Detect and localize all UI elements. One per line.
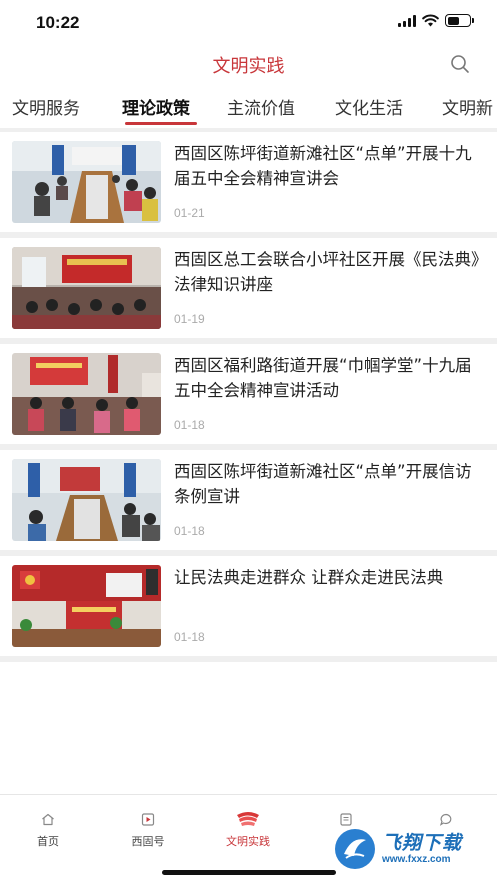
nav-home[interactable]: 首页	[8, 795, 88, 855]
tab-lilun-zhengce[interactable]: 理论政策	[122, 94, 190, 119]
nav-wenming-shijian[interactable]: 文明实践	[208, 795, 288, 855]
news-title: 西固区福利路街道开展“巾帼学堂”十九届五中全会精神宣讲活动	[174, 356, 472, 400]
category-tabs: 文明服务 理论政策 主流价值 文化生活 文明新	[0, 84, 497, 128]
page-title: 文明实践	[212, 56, 285, 77]
news-thumbnail	[12, 247, 161, 329]
list-divider	[0, 656, 497, 662]
watermark-logo: 飞翔下载 www.fxxz.com	[330, 824, 490, 874]
status-bar: 10:22	[0, 0, 497, 46]
news-item[interactable]: 西固区陈坪街道新滩社区“点单”开展十九届五中全会精神宣讲会 01-21	[0, 132, 497, 232]
news-date: 01-18	[174, 630, 205, 644]
news-thumbnail	[12, 141, 161, 223]
news-item[interactable]: 西固区福利路街道开展“巾帼学堂”十九届五中全会精神宣讲活动 01-18	[0, 344, 497, 444]
nav-label: 文明实践	[226, 835, 270, 848]
news-title: 让民法典走进群众 让群众走进民法典	[174, 568, 444, 587]
app-header: 文明实践	[0, 46, 497, 84]
news-item[interactable]: 让民法典走进群众 让群众走进民法典 01-18	[0, 556, 497, 656]
nav-label: 首页	[37, 835, 59, 848]
active-tab-indicator	[125, 122, 197, 125]
news-item[interactable]: 西固区总工会联合小坪社区开展《民法典》法律知识讲座 01-19	[0, 238, 497, 338]
news-date: 01-19	[174, 312, 205, 326]
play-icon	[141, 813, 155, 826]
tab-wenming-xin[interactable]: 文明新	[442, 94, 493, 119]
status-icons	[398, 14, 474, 27]
news-item[interactable]: 西固区陈坪街道新滩社区“点单”开展信访条例宣讲 01-18	[0, 450, 497, 550]
nav-xigu-hao[interactable]: 西固号	[108, 795, 188, 855]
wifi-icon	[422, 14, 439, 27]
news-date: 01-18	[174, 418, 205, 432]
home-icon	[42, 813, 54, 826]
status-time: 10:22	[36, 13, 80, 32]
tab-wenhua-shenghuo[interactable]: 文化生活	[335, 94, 403, 119]
news-title: 西固区陈坪街道新滩社区“点单”开展信访条例宣讲	[174, 462, 472, 506]
practice-icon	[237, 812, 259, 826]
news-thumbnail	[12, 353, 161, 435]
news-thumbnail	[12, 459, 161, 541]
news-title: 西固区总工会联合小坪社区开展《民法典》法律知识讲座	[174, 250, 480, 294]
search-icon[interactable]	[449, 53, 471, 75]
tab-wenming-fuwu[interactable]: 文明服务	[12, 94, 80, 119]
news-date: 01-18	[174, 524, 205, 538]
tab-zhuliu-jiazhi[interactable]: 主流价值	[227, 94, 295, 119]
news-thumbnail	[12, 565, 161, 647]
battery-icon	[445, 14, 474, 27]
nav-label: 西固号	[131, 835, 165, 848]
cellular-signal-icon	[398, 14, 416, 27]
watermark-url: www.fxxz.com	[382, 854, 451, 865]
home-indicator[interactable]	[162, 870, 336, 875]
watermark-icon	[335, 829, 375, 869]
watermark-text: 飞翔下载	[382, 832, 463, 854]
news-date: 01-21	[174, 206, 205, 220]
news-title: 西固区陈坪街道新滩社区“点单”开展十九届五中全会精神宣讲会	[174, 144, 472, 188]
